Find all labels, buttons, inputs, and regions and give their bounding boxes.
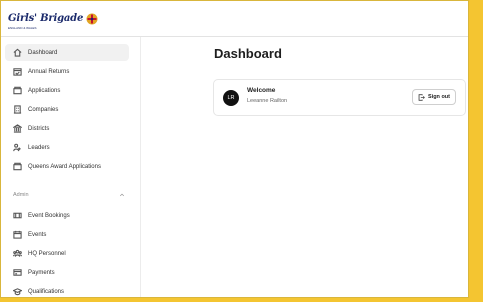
folder-icon bbox=[13, 162, 22, 171]
logo-subtext: ENGLAND & WALES bbox=[8, 25, 37, 30]
ticket-icon bbox=[13, 211, 22, 220]
sidebar-item-annual-returns[interactable]: Annual Returns bbox=[5, 63, 129, 80]
sidebar-item-label: Qualifications bbox=[28, 288, 65, 295]
sidebar-item-districts[interactable]: Districts bbox=[5, 120, 129, 137]
sidebar-item-applications[interactable]: Applications bbox=[5, 82, 129, 99]
sidebar-item-label: HQ Personnel bbox=[28, 250, 66, 257]
calendar-check-icon bbox=[13, 67, 22, 76]
chevron-up-icon bbox=[119, 193, 125, 197]
credit-card-icon bbox=[13, 268, 22, 277]
sidebar-item-label: Districts bbox=[28, 125, 50, 132]
bank-icon bbox=[13, 124, 22, 133]
users-icon bbox=[13, 143, 22, 152]
sidebar-item-label: Dashboard bbox=[28, 49, 58, 56]
sidebar-item-label: Applications bbox=[28, 87, 61, 94]
sidebar-item-label: Queens Award Applications bbox=[28, 163, 101, 170]
sidebar-item-label: Leaders bbox=[28, 144, 50, 151]
main-content: Dashboard LR Welcome Leeanne Railton Sig… bbox=[141, 37, 468, 297]
folder-icon bbox=[13, 86, 22, 95]
avatar: LR bbox=[223, 90, 239, 106]
sidebar-item-hq-personnel[interactable]: HQ Personnel bbox=[5, 245, 129, 262]
logo-text: Girls' Brigade bbox=[8, 12, 84, 24]
sidebar-item-label: Events bbox=[28, 231, 47, 238]
admin-section-label: Admin bbox=[13, 192, 29, 198]
welcome-card: LR Welcome Leeanne Railton Sign out bbox=[213, 79, 466, 116]
calendar-icon bbox=[13, 230, 22, 239]
sign-out-button[interactable]: Sign out bbox=[412, 89, 456, 105]
sidebar-item-queens-award-applications[interactable]: Queens Award Applications bbox=[5, 158, 129, 175]
sign-out-label: Sign out bbox=[428, 94, 450, 100]
sidebar-item-label: Annual Returns bbox=[28, 68, 70, 75]
sidebar-item-events[interactable]: Events bbox=[5, 226, 129, 243]
graduation-cap-icon bbox=[13, 287, 22, 296]
building-icon bbox=[13, 105, 22, 114]
home-icon bbox=[13, 48, 22, 57]
sidebar-item-event-bookings[interactable]: Event Bookings bbox=[5, 207, 129, 224]
crest-icon bbox=[86, 13, 98, 24]
app-window: Girls' Brigade ENGLAND & WALES Dashboard… bbox=[0, 0, 469, 298]
sidebar-item-companies[interactable]: Companies bbox=[5, 101, 129, 118]
admin-section-toggle[interactable]: Admin bbox=[13, 192, 125, 198]
top-bar: Girls' Brigade ENGLAND & WALES bbox=[1, 1, 468, 37]
sidebar-item-label: Payments bbox=[28, 269, 55, 276]
sidebar-item-label: Event Bookings bbox=[28, 212, 70, 219]
sidebar-item-payments[interactable]: Payments bbox=[5, 264, 129, 281]
sidebar-item-leaders[interactable]: Leaders bbox=[5, 139, 129, 156]
team-icon bbox=[13, 249, 22, 258]
sign-out-icon bbox=[418, 93, 425, 101]
welcome-heading: Welcome bbox=[247, 87, 276, 94]
sidebar-item-qualifications[interactable]: Qualifications bbox=[5, 283, 129, 297]
user-name: Leeanne Railton bbox=[247, 98, 288, 104]
sidebar: Dashboard Annual Returns Applications Co… bbox=[1, 37, 141, 297]
sidebar-item-dashboard[interactable]: Dashboard bbox=[5, 44, 129, 61]
page-title: Dashboard bbox=[214, 46, 282, 61]
brand-logo[interactable]: Girls' Brigade ENGLAND & WALES bbox=[8, 8, 98, 30]
sidebar-item-label: Companies bbox=[28, 106, 59, 113]
